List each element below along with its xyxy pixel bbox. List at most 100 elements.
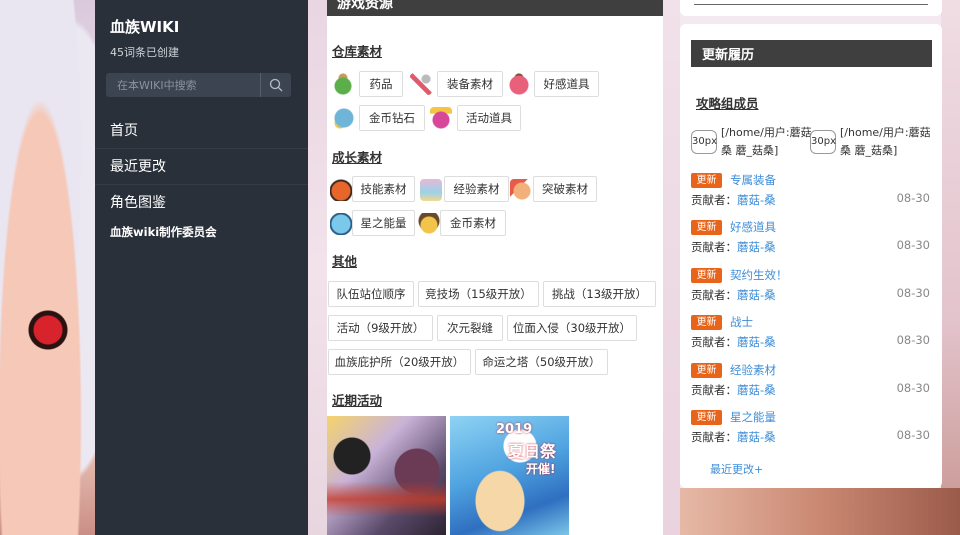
main-header-title: 游戏资源 — [337, 0, 393, 12]
background-strip — [308, 0, 327, 535]
tag-breakthrough[interactable]: 突破素材 — [533, 176, 597, 202]
update-title[interactable]: 星之能量 — [730, 409, 776, 425]
update-title[interactable]: 好感道具 — [730, 219, 776, 235]
sidebar: 血族WIKI 45词条已创建 首页 最近更改 角色图鉴 血族wiki制作委员会 — [95, 0, 308, 535]
contributor-name[interactable]: 蘑菇-桑 — [737, 193, 776, 207]
background-strip-gap — [663, 0, 680, 535]
tag-challenge[interactable]: 挑战（13级开放） — [543, 281, 656, 307]
update-title[interactable]: 战士 — [730, 314, 753, 330]
search-input[interactable] — [106, 73, 256, 97]
tag-fate-tower[interactable]: 命运之塔（50级开放） — [475, 349, 608, 375]
avatar[interactable]: 30px — [810, 130, 836, 154]
article-count: 45词条已创建 — [110, 46, 179, 59]
banner-year: 2019 — [496, 422, 533, 437]
event-item-icon — [430, 107, 452, 129]
tag-event-items[interactable]: 活动道具 — [457, 105, 521, 131]
tag-arena[interactable]: 竞技场（15级开放） — [418, 281, 539, 307]
nav-divider — [95, 184, 308, 185]
section-warehouse[interactable]: 仓库素材 — [332, 41, 382, 60]
contributor-name[interactable]: 蘑菇-桑 — [737, 335, 776, 349]
update-contributor: 贡献者：蘑菇-桑 — [691, 382, 776, 398]
contributor-name[interactable]: 蘑菇-桑 — [737, 240, 776, 254]
update-date: 08-30 — [896, 333, 930, 347]
update-date: 08-30 — [896, 428, 930, 442]
nav-committee[interactable]: 血族wiki制作委员会 — [110, 224, 217, 240]
gold-material-icon — [418, 213, 440, 235]
update-badge: 更新 — [691, 220, 722, 235]
main-panel: 游戏资源 仓库素材 药品 装备素材 好感道具 金币钻石 活动道具 成长素材 技能… — [327, 0, 663, 535]
gift-icon — [508, 73, 530, 95]
tag-star-energy[interactable]: 星之能量 — [352, 210, 415, 236]
update-contributor: 贡献者：蘑菇-桑 — [691, 192, 776, 208]
tag-exp-material[interactable]: 经验素材 — [444, 176, 509, 202]
update-badge: 更新 — [691, 315, 722, 330]
event-banner-2[interactable]: 2019 夏日祭 开催! — [450, 416, 569, 535]
contributor-name[interactable]: 蘑菇-桑 — [737, 430, 776, 444]
update-badge: 更新 — [691, 173, 722, 188]
tag-sanctuary[interactable]: 血族庇护所（20级开放） — [328, 349, 471, 375]
background-artwork-right — [941, 0, 960, 535]
contributor-label: 贡献者： — [691, 335, 737, 349]
contributor-label: 贡献者： — [691, 288, 737, 302]
contributor-label: 贡献者： — [691, 383, 737, 397]
tag-medicine[interactable]: 药品 — [359, 71, 403, 97]
star-energy-icon — [330, 213, 352, 235]
member-link[interactable]: [/home/用户:蘑菇桑 蘑_菇桑] — [721, 124, 817, 160]
tag-affection[interactable]: 好感道具 — [534, 71, 599, 97]
tag-dimension-rift[interactable]: 次元裂缝 — [437, 315, 503, 341]
search-icon[interactable] — [260, 73, 286, 97]
update-date: 08-30 — [896, 238, 930, 252]
member-link[interactable]: [/home/用户:蘑菇桑 蘑_菇桑] — [840, 124, 936, 160]
section-other[interactable]: 其他 — [332, 251, 357, 270]
contributor-label: 贡献者： — [691, 193, 737, 207]
update-contributor: 贡献者：蘑菇-桑 — [691, 239, 776, 255]
search-box — [106, 73, 291, 97]
update-title[interactable]: 经验素材 — [730, 362, 776, 378]
tag-gold-material[interactable]: 金币素材 — [440, 210, 506, 236]
tag-activity[interactable]: 活动（9级开放） — [328, 315, 433, 341]
background-artwork-bottom — [680, 488, 960, 535]
contributor-name[interactable]: 蘑菇-桑 — [737, 288, 776, 302]
update-badge: 更新 — [691, 410, 722, 425]
update-date: 08-30 — [896, 286, 930, 300]
tag-skill-material[interactable]: 技能素材 — [352, 176, 415, 202]
update-badge: 更新 — [691, 268, 722, 283]
more-recent-changes-link[interactable]: 最近更改+ — [710, 461, 763, 477]
update-title[interactable]: 契约生效！ — [730, 267, 788, 283]
top-panel-edge — [680, 0, 942, 16]
tag-coins-diamonds[interactable]: 金币钻石 — [359, 105, 425, 131]
update-badge: 更新 — [691, 363, 722, 378]
contributor-label: 贡献者： — [691, 240, 737, 254]
tag-equipment[interactable]: 装备素材 — [437, 71, 503, 97]
nav-character-guide[interactable]: 角色图鉴 — [110, 192, 166, 212]
nav-home[interactable]: 首页 — [110, 120, 138, 140]
update-contributor: 贡献者：蘑菇-桑 — [691, 287, 776, 303]
update-contributor: 贡献者：蘑菇-桑 — [691, 334, 776, 350]
exp-material-icon — [420, 179, 442, 201]
contributor-name[interactable]: 蘑菇-桑 — [737, 383, 776, 397]
breakthrough-icon — [510, 179, 532, 201]
tag-plane-invasion[interactable]: 位面入侵（30级开放） — [507, 315, 637, 341]
section-growth[interactable]: 成长素材 — [332, 147, 382, 166]
nav-recent-changes[interactable]: 最近更改 — [110, 156, 166, 176]
tag-team-order[interactable]: 队伍站位顺序 — [328, 281, 414, 307]
site-title[interactable]: 血族WIKI — [110, 16, 179, 37]
update-history-panel: 更新履历 攻略组成员 30px [/home/用户:蘑菇桑 蘑_菇桑] 30px… — [680, 24, 942, 488]
update-contributor: 贡献者：蘑菇-桑 — [691, 429, 776, 445]
avatar[interactable]: 30px — [691, 130, 717, 154]
update-history-header: 更新履历 — [691, 40, 932, 67]
banner-title: 夏日祭 — [508, 442, 557, 461]
update-title[interactable]: 专属装备 — [730, 172, 776, 188]
section-recent-events[interactable]: 近期活动 — [332, 390, 382, 409]
banner-subtitle: 开催! — [526, 462, 556, 476]
coin-diamond-icon — [332, 107, 354, 129]
update-date: 08-30 — [896, 191, 930, 205]
event-banner-1[interactable] — [327, 416, 446, 535]
strategy-team-title[interactable]: 攻略组成员 — [696, 93, 759, 112]
update-history-title: 更新履历 — [702, 48, 755, 63]
main-header: 游戏资源 — [327, 0, 663, 16]
update-date: 08-30 — [896, 381, 930, 395]
potion-icon — [332, 73, 354, 95]
background-artwork-left — [0, 0, 95, 535]
equipment-icon — [410, 73, 432, 95]
